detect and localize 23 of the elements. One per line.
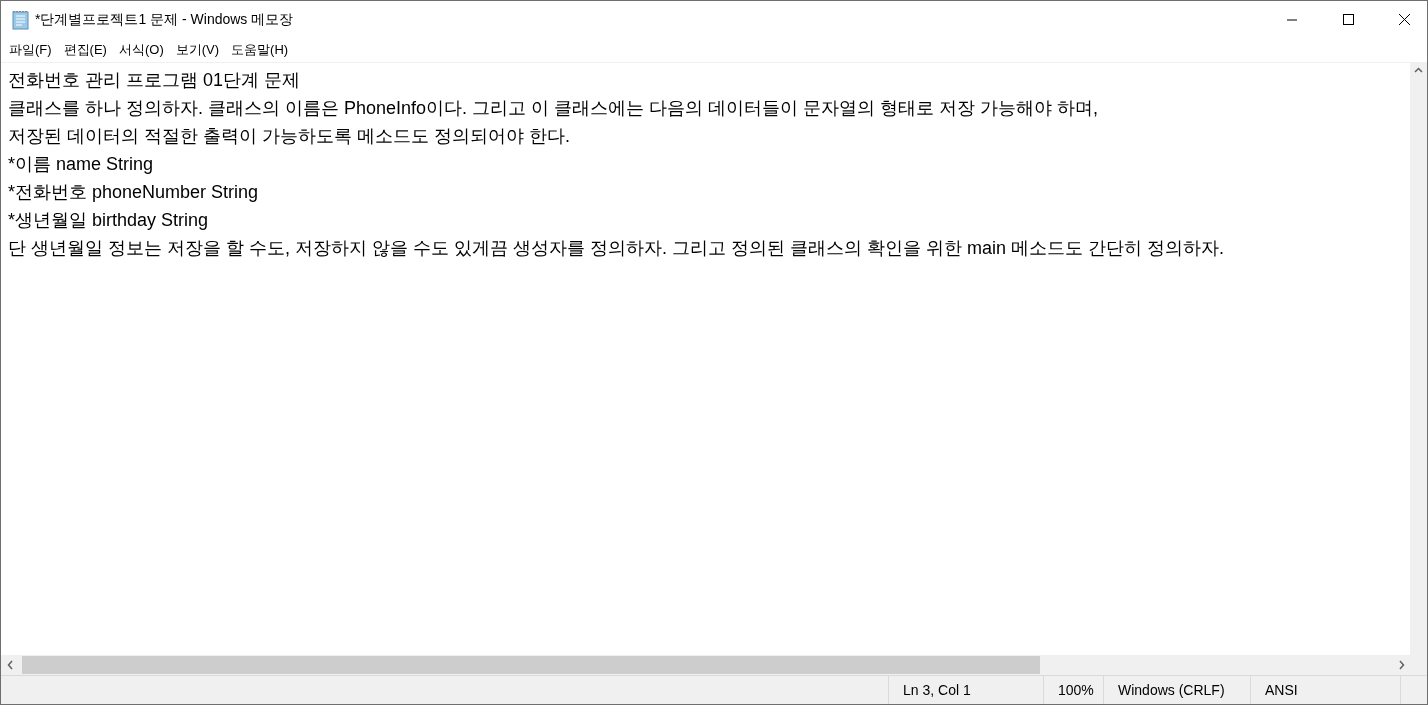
maximize-icon bbox=[1342, 14, 1354, 25]
text-line: *이름 name String bbox=[8, 153, 154, 176]
notepad-icon bbox=[11, 9, 31, 30]
text-line: 저장된 데이터의 적절한 출력이 가능하도록 메소드도 정의되어야 한다. bbox=[8, 125, 570, 148]
status-text: Windows (CRLF) bbox=[1118, 680, 1225, 700]
menu-item[interactable]: 파일(F) bbox=[3, 38, 58, 62]
window-title: *단계별프로젝트1 문제 - Windows 메모장 bbox=[35, 10, 294, 29]
status-text: ANSI bbox=[1265, 680, 1298, 700]
menu-item[interactable]: 서식(O) bbox=[112, 38, 170, 62]
text-line: *전화번호 phoneNumber String bbox=[8, 181, 259, 204]
text-line: *생년월일 birthday String bbox=[8, 209, 209, 232]
text-line: 클래스를 하나 정의하자. 클래스의 이름은 PhoneInfo이다. 그리고 이 클래스에는 다음의 데이터들이 문자열의 형태로 저장 가능해야 하며, bbox=[8, 97, 1099, 120]
status-text: 100% bbox=[1058, 680, 1094, 700]
menu-item[interactable]: 보기(V) bbox=[169, 38, 226, 62]
text-line: 전화번호 관리 프로그램 01단계 문제 bbox=[8, 69, 301, 92]
status-text: Ln 3, Col 1 bbox=[903, 680, 971, 700]
close-icon bbox=[1398, 14, 1410, 25]
scroll-up-icon[interactable] bbox=[1414, 67, 1423, 73]
text-line: 단 생년월일 정보는 저장을 할 수도, 저장하지 않을 수도 있게끔 생성자를 정의하자. 그리고 정의된 클래스의 확인을 위한 main 메소드도 간단히 정의하자. bbox=[8, 237, 1225, 260]
scroll-left-icon[interactable] bbox=[7, 660, 13, 670]
menu-item[interactable]: 편집(E) bbox=[57, 38, 113, 62]
menu-item[interactable]: 도움말(H) bbox=[225, 38, 295, 62]
scroll-right-icon[interactable] bbox=[1399, 660, 1405, 670]
